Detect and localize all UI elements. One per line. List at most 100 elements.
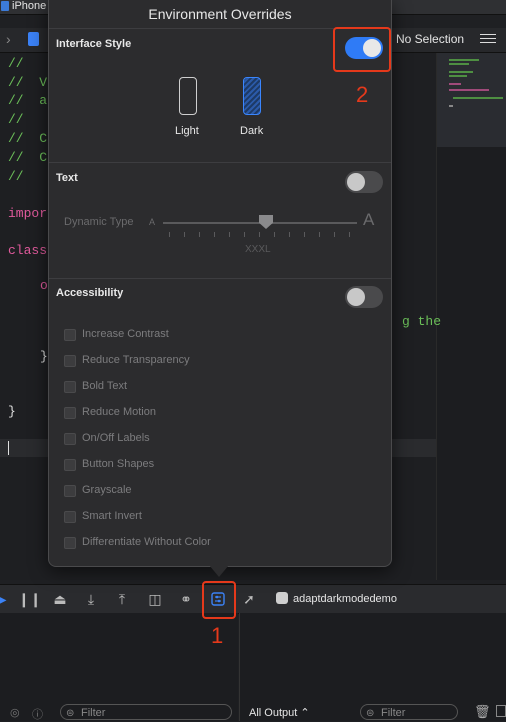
checkbox[interactable] [64,485,76,497]
slider-tick [334,232,335,237]
checkbox-label: Differentiate Without Color [82,536,211,548]
slider-tick [349,232,350,237]
chevron-right-icon[interactable]: › [6,31,11,47]
code-line: impor [8,206,48,221]
light-option-label: Light [175,125,199,137]
checkbox[interactable] [64,355,76,367]
slider-tick [304,232,305,237]
code-line: // C [8,131,48,146]
divider [49,162,391,163]
code-line: o [40,278,48,293]
small-text-size-label: A [149,217,156,227]
step-out-icon[interactable]: ⤒ [113,590,131,608]
checkbox[interactable] [64,381,76,393]
slider-tick [259,232,260,237]
dynamic-type-label: Dynamic Type [64,216,134,228]
text-cursor [8,441,9,455]
device-icon [1,1,9,11]
slider-tick [229,232,230,237]
slider-tick [169,232,170,237]
slider-tick [199,232,200,237]
slider-tick [289,232,290,237]
view-hierarchy-icon[interactable]: ◫ [146,590,164,608]
code-line: // [8,56,24,71]
output-selector[interactable]: All Output ⌃ [249,706,310,719]
checkbox[interactable] [64,329,76,341]
eye-icon[interactable]: ◎ [10,706,20,719]
filter-icon: ⊜ [366,708,375,719]
accessibility-label: Accessibility [56,287,124,299]
environment-overrides-popover: Environment Overrides Interface Style Li… [48,0,392,567]
light-phone-icon[interactable] [179,77,197,115]
checkbox-label: Button Shapes [82,458,155,470]
dark-option-label: Dark [240,125,264,137]
split-pane-icon[interactable] [496,705,506,717]
scheme-selector[interactable]: adaptdarkmodedemo [276,592,397,605]
slider-tick [319,232,320,237]
filter-icon: ⊜ [66,708,75,719]
checkbox-label: Reduce Transparency [82,354,190,366]
interface-style-label: Interface Style [56,38,132,50]
window-title: iPhone [12,0,47,12]
filter-placeholder: Filter [81,707,106,719]
code-line: } [8,404,16,419]
slider-thumb[interactable] [259,215,273,229]
minimap-preview-icon [449,59,503,107]
annotation-box-1 [202,581,236,619]
output-selector-label: All Output [249,707,298,719]
toggle-knob [347,288,365,306]
chevron-updown-icon: ⌃ [300,707,310,719]
text-toggle[interactable] [345,171,383,193]
text-section-label: Text [56,172,78,184]
slider-tick [274,232,275,237]
slider-tick [244,232,245,237]
checkbox[interactable] [64,433,76,445]
checkbox[interactable] [64,407,76,419]
checkbox-label: Bold Text [82,380,128,392]
info-icon[interactable]: ⓘ [32,706,43,722]
document-items-icon[interactable] [480,34,496,46]
checkbox-label: Increase Contrast [82,328,169,340]
step-over-icon[interactable]: ⏏ [51,590,69,608]
large-text-size-label: A [363,210,375,229]
pause-icon[interactable]: ❙❙ [18,590,41,608]
trash-icon[interactable]: 🗑 [474,704,491,720]
code-line: // V [8,75,48,90]
accessibility-toggle[interactable] [345,286,383,308]
minimap-viewport[interactable] [437,53,506,147]
variables-filter-input[interactable]: ⊜ Filter [60,704,232,720]
app-icon [276,592,288,604]
toggle-knob [347,173,365,191]
code-line: class [8,243,48,258]
annotation-box-2 [333,27,391,72]
console-filter-input[interactable]: ⊜ Filter [360,704,458,720]
selection-label: No Selection [396,32,465,46]
checkbox[interactable] [64,459,76,471]
annotation-number-1: 1 [211,623,224,648]
step-into-icon[interactable]: ⤓ [82,590,100,608]
app-name: adaptdarkmodedemo [293,593,397,605]
checkbox-label: Grayscale [82,484,132,496]
code-line: } [40,349,48,364]
memory-graph-icon[interactable]: ⚭ [177,590,195,608]
checkbox[interactable] [64,511,76,523]
location-icon[interactable]: ➚ [240,590,258,608]
text-size-value: XXXL [245,244,271,255]
breakpoints-icon[interactable]: ▸ [0,590,12,608]
checkbox-label: On/Off Labels [82,432,150,444]
code-line: // C [8,150,48,165]
code-fragment: g the [402,314,442,329]
checkbox-label: Reduce Motion [82,406,156,418]
checkbox[interactable] [64,537,76,549]
divider [49,278,391,279]
popover-arrow [209,565,229,577]
file-icon[interactable] [28,32,39,46]
code-line: // [8,112,24,127]
debug-bar: ▸ ❙❙ ⏏ ⤓ ⤒ ◫ ⚭ ➚ adaptdarkmodedemo [0,584,506,614]
annotation-number-2: 2 [356,82,369,107]
dark-phone-icon[interactable] [243,77,261,115]
checkbox-label: Smart Invert [82,510,142,522]
jump-bar-selection[interactable]: ›No Selection [388,32,464,46]
popover-title: Environment Overrides [148,6,292,22]
code-line: // a [8,93,48,108]
